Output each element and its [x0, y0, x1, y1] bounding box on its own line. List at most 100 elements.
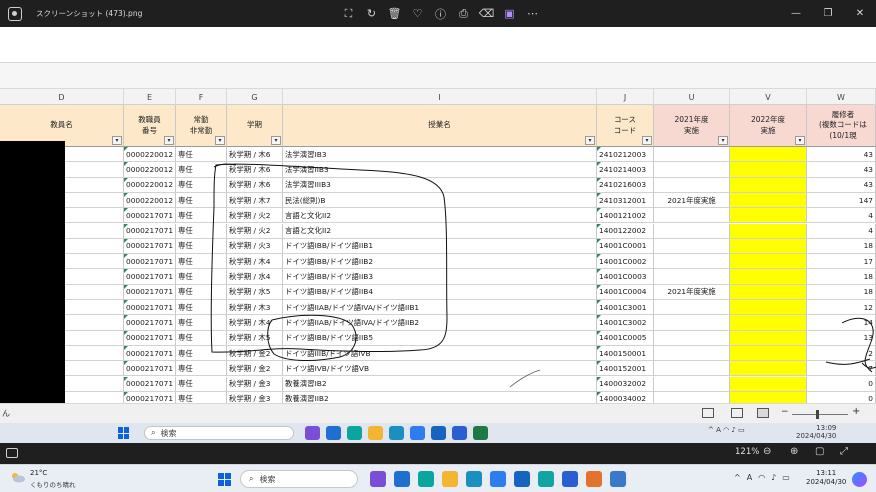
y2021-cell[interactable]	[654, 254, 730, 270]
column-letter[interactable]: F	[176, 89, 227, 105]
weather-condition[interactable]: くもりのち晴れ	[30, 479, 76, 489]
app-icon[interactable]	[466, 471, 482, 487]
staff-no-cell[interactable]: 0000220012	[124, 177, 176, 193]
filter-dropdown-icon[interactable]: ▾	[215, 136, 225, 145]
column-letter[interactable]: J	[597, 89, 654, 105]
staff-no-cell[interactable]: 0000217071	[124, 315, 176, 331]
fit-to-window-icon[interactable]: ▢	[815, 446, 824, 457]
staff-no-cell[interactable]: 0000220012	[124, 192, 176, 209]
course-name-cell[interactable]: ドイツ語IIIB/ドイツ語IVB	[283, 345, 597, 362]
course-name-cell[interactable]: ドイツ語IVB/ドイツ語VB	[283, 361, 597, 377]
course-code-cell[interactable]: 1400122002	[597, 223, 654, 239]
term-cell[interactable]: 秋学期 / 木5	[227, 330, 283, 346]
edit-icon[interactable]: ▣	[498, 0, 521, 27]
enrolled-cell[interactable]: 18	[807, 238, 876, 255]
zoom-out-icon[interactable]: −	[781, 407, 789, 417]
explorer-icon[interactable]	[368, 426, 383, 440]
enrolled-cell[interactable]: 14	[807, 315, 876, 331]
enrolled-cell[interactable]: 43	[807, 177, 876, 193]
zoom-in-icon[interactable]: +	[852, 406, 860, 417]
status-cell[interactable]: 専任	[176, 223, 227, 239]
teams-icon[interactable]	[370, 471, 386, 487]
term-cell[interactable]: 秋学期 / 木3	[227, 300, 283, 316]
more-icon[interactable]: ⋯	[521, 0, 544, 27]
term-cell[interactable]: 秋学期 / 水4	[227, 269, 283, 285]
close-icon[interactable]: ✕	[844, 0, 876, 27]
y2022-cell[interactable]	[730, 147, 807, 163]
enrolled-cell[interactable]: 13	[807, 330, 876, 346]
enrolled-cell[interactable]: 4	[807, 208, 876, 224]
column-letter[interactable]: D	[0, 89, 124, 105]
zoom-level[interactable]: 121%	[735, 447, 759, 457]
y2021-cell[interactable]	[654, 345, 730, 362]
app-icon[interactable]	[538, 471, 554, 487]
course-code-cell[interactable]: 1400150001	[597, 345, 654, 362]
y2021-cell[interactable]	[654, 223, 730, 239]
course-name-cell[interactable]: 教養演習IB2	[283, 376, 597, 392]
course-name-cell[interactable]: 民法(総則)B	[283, 192, 597, 209]
print-icon[interactable]: ⎙	[452, 0, 475, 27]
crop-icon[interactable]: ⛶	[337, 0, 360, 27]
course-name-cell[interactable]: ドイツ語IBB/ドイツ語IIB1	[283, 238, 597, 255]
battery-icon[interactable]: ▭	[782, 473, 790, 482]
normal-view-icon[interactable]	[702, 408, 714, 418]
status-cell[interactable]: 専任	[176, 300, 227, 316]
course-code-cell[interactable]: 14001C0001	[597, 238, 654, 255]
app-icon[interactable]	[514, 471, 530, 487]
filter-dropdown-icon[interactable]: ▾	[164, 136, 174, 145]
status-cell[interactable]: 専任	[176, 162, 227, 178]
status-cell[interactable]: 専任	[176, 208, 227, 224]
column-letter[interactable]: W	[807, 89, 876, 105]
staff-no-cell[interactable]: 0000217071	[124, 300, 176, 316]
course-code-cell[interactable]: 2410212003	[597, 147, 654, 163]
course-code-cell[interactable]: 2410216003	[597, 177, 654, 193]
weather-cloud-icon[interactable]	[10, 471, 26, 483]
term-cell[interactable]: 秋学期 / 金2	[227, 361, 283, 377]
y2022-cell[interactable]	[730, 238, 807, 255]
status-cell[interactable]: 専任	[176, 315, 227, 331]
store-icon[interactable]	[410, 426, 425, 440]
staff-no-cell[interactable]: 0000217071	[124, 284, 176, 300]
course-code-cell[interactable]: 1400121002	[597, 208, 654, 224]
y2021-cell[interactable]: 2021年度実施	[654, 192, 730, 209]
staff-no-cell[interactable]: 0000217071	[124, 238, 176, 255]
mail-icon[interactable]	[326, 426, 341, 440]
enrolled-cell[interactable]: 0	[807, 376, 876, 392]
y2021-cell[interactable]	[654, 361, 730, 377]
term-cell[interactable]: 秋学期 / 金3	[227, 376, 283, 392]
status-cell[interactable]: 専任	[176, 177, 227, 193]
search-box[interactable]: ⌕ 検索	[144, 426, 294, 440]
fullscreen-icon[interactable]: ⤢	[840, 446, 848, 457]
course-name-cell[interactable]: ドイツ語IBB/ドイツ語IIB2	[283, 254, 597, 270]
course-name-cell[interactable]: ドイツ語IIAB/ドイツ語IVA/ドイツ語IIB2	[283, 315, 597, 331]
status-cell[interactable]: 専任	[176, 361, 227, 377]
staff-no-cell[interactable]: 0000217071	[124, 269, 176, 285]
y2022-cell[interactable]	[730, 345, 807, 362]
edge-icon[interactable]	[347, 426, 362, 440]
y2022-cell[interactable]	[730, 177, 807, 193]
status-cell[interactable]: 専任	[176, 284, 227, 300]
term-cell[interactable]: 秋学期 / 木7	[227, 192, 283, 209]
zoom-slider[interactable]	[792, 414, 848, 415]
store-icon[interactable]	[490, 471, 506, 487]
word-icon[interactable]	[452, 426, 467, 440]
course-name-cell[interactable]: ドイツ語IBB/ドイツ語IIB3	[283, 269, 597, 285]
y2022-cell[interactable]	[730, 315, 807, 331]
app-icon[interactable]	[389, 426, 404, 440]
enrolled-cell[interactable]: 18	[807, 269, 876, 285]
course-code-cell[interactable]: 14001C0004	[597, 284, 654, 300]
ime-icon[interactable]: A	[747, 473, 752, 482]
edge-icon[interactable]	[418, 471, 434, 487]
staff-no-cell[interactable]: 0000220012	[124, 147, 176, 163]
y2021-cell[interactable]	[654, 177, 730, 193]
page-break-view-icon[interactable]	[757, 408, 769, 418]
y2021-cell[interactable]	[654, 315, 730, 331]
filter-dropdown-icon[interactable]: ▾	[585, 136, 595, 145]
y2022-cell[interactable]	[730, 223, 807, 239]
term-cell[interactable]: 秋学期 / 火3	[227, 238, 283, 255]
course-code-cell[interactable]: 14001C3001	[597, 300, 654, 316]
clock[interactable]: 13:11 2024/04/30	[806, 469, 846, 488]
status-cell[interactable]: 専任	[176, 376, 227, 392]
y2021-cell[interactable]	[654, 147, 730, 163]
course-name-cell[interactable]: 法学演習IB3	[283, 147, 597, 163]
